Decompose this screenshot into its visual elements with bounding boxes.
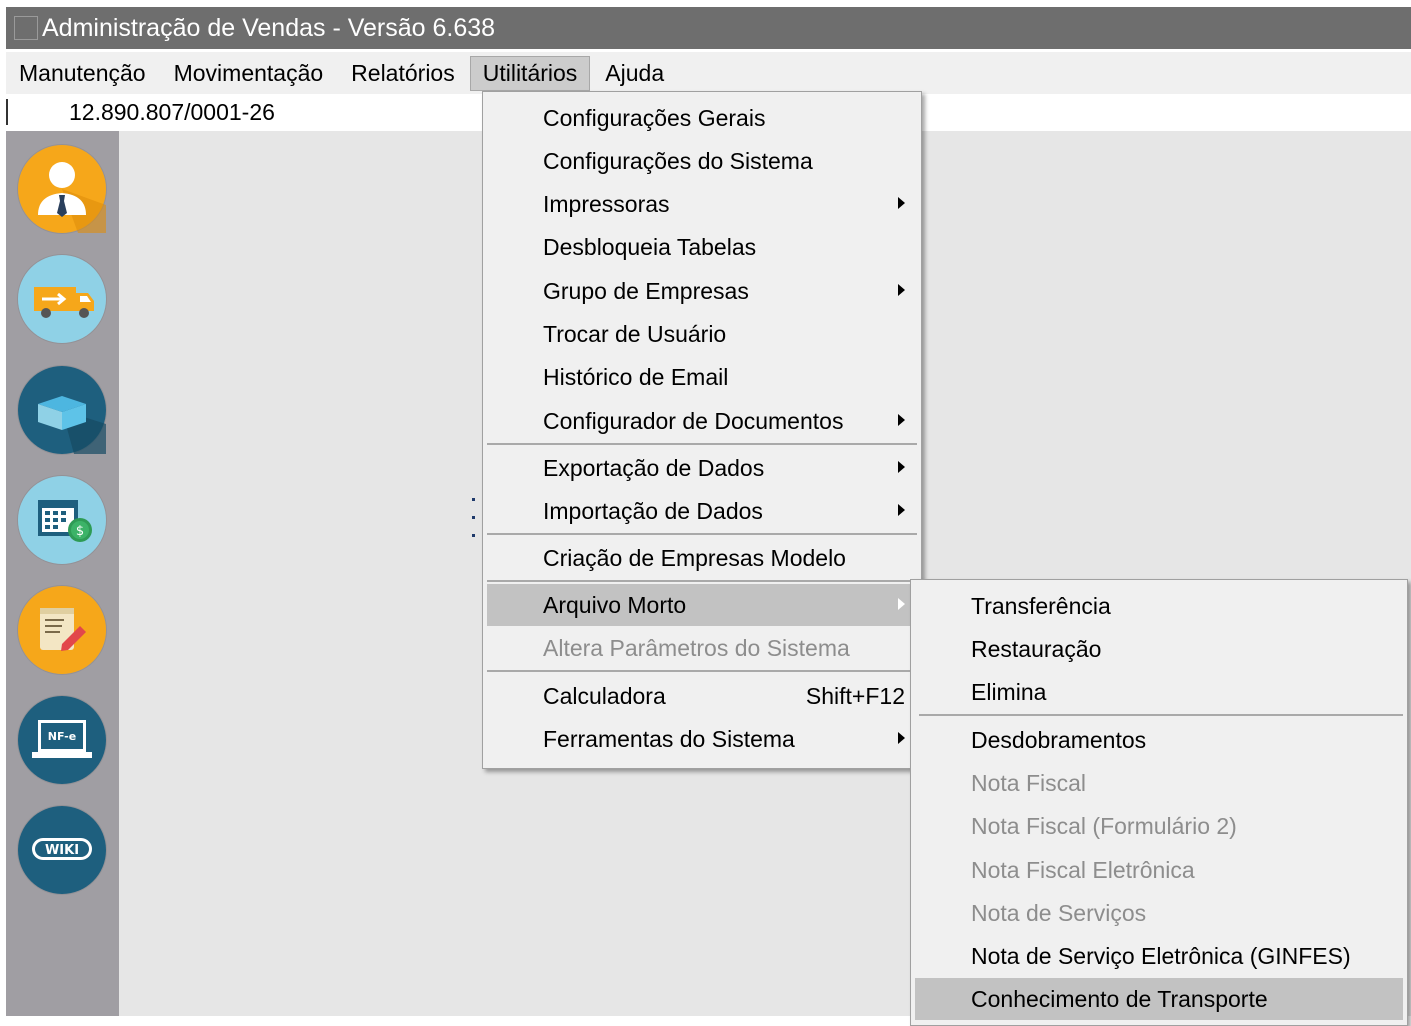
menu-item-exportacao-dados[interactable]: Exportação de Dados [487, 447, 917, 489]
documents-button[interactable] [18, 586, 106, 674]
submenu-arrow-icon [898, 598, 905, 610]
resize-dots [472, 498, 476, 542]
box-button[interactable] [18, 366, 106, 454]
menu-item-historico-email[interactable]: Histórico de Email [487, 356, 917, 398]
menu-item-label: Elimina [971, 678, 1047, 705]
arquivo-morto-submenu: Transferência Restauração Elimina Desdob… [910, 579, 1408, 1026]
submenu-arrow-icon [898, 284, 905, 296]
menu-item-label: Arquivo Morto [543, 591, 687, 618]
menu-utilitarios[interactable]: Utilitários [469, 55, 591, 91]
submenu-arrow-icon [898, 504, 905, 516]
menu-item-label: Configurações do Sistema [543, 147, 813, 174]
menu-item-label: Nota Fiscal Eletrônica [971, 856, 1195, 883]
menu-item-configuracoes-sistema[interactable]: Configurações do Sistema [487, 140, 917, 182]
submenu-item-conhecimento-transporte[interactable]: Conhecimento de Transporte [915, 978, 1403, 1020]
menu-item-ferramentas-sistema[interactable]: Ferramentas do Sistema [487, 718, 917, 760]
menu-ajuda[interactable]: Ajuda [592, 56, 677, 91]
document-edit-icon [18, 586, 106, 674]
utilitarios-menu: Configurações Gerais Configurações do Si… [482, 91, 922, 769]
menu-item-label: Configurador de Documentos [543, 407, 844, 434]
menu-item-shortcut: Shift+F12 [805, 682, 905, 709]
menu-item-importacao-dados[interactable]: Importação de Dados [487, 490, 917, 532]
menu-movimentacao[interactable]: Movimentação [161, 56, 337, 91]
app-icon [14, 16, 38, 40]
menu-item-label: Histórico de Email [543, 363, 729, 390]
menu-item-label: Importação de Dados [543, 497, 763, 524]
submenu-arrow-icon [898, 414, 905, 426]
menu-separator [487, 670, 917, 672]
menu-item-arquivo-morto[interactable]: Arquivo Morto [487, 584, 917, 626]
company-cnpj: 12.890.807/0001-26 [69, 99, 275, 125]
menu-item-label: Desbloqueia Tabelas [543, 233, 757, 260]
delivery-button[interactable] [18, 255, 106, 343]
menu-item-configurador-documentos[interactable]: Configurador de Documentos [487, 400, 917, 442]
submenu-item-nota-servicos: Nota de Serviços [915, 892, 1403, 934]
nfe-button[interactable]: NF-e [18, 696, 106, 784]
menu-separator [919, 714, 1403, 716]
submenu-arrow-icon [898, 732, 905, 744]
menu-separator [487, 533, 917, 535]
wiki-icon: WIKI [18, 806, 106, 894]
menu-item-grupo-empresas[interactable]: Grupo de Empresas [487, 270, 917, 312]
menu-item-label: Trocar de Usuário [543, 320, 727, 347]
menu-item-label: Transferência [971, 592, 1111, 619]
menu-item-label: Desdobramentos [971, 726, 1147, 753]
menu-item-label: Configurações Gerais [543, 104, 766, 131]
submenu-arrow-icon [898, 461, 905, 473]
menu-item-trocar-usuario[interactable]: Trocar de Usuário [487, 313, 917, 355]
wiki-button[interactable]: WIKI [18, 806, 106, 894]
menu-item-configuracoes-gerais[interactable]: Configurações Gerais [487, 97, 917, 139]
menu-item-label: Restauração [971, 635, 1102, 662]
delivery-truck-icon [18, 255, 106, 343]
user-button[interactable] [18, 145, 106, 233]
submenu-item-nota-fiscal-eletronica: Nota Fiscal Eletrônica [915, 849, 1403, 891]
menu-bar: Manutenção Movimentação Relatórios Utili… [6, 52, 1411, 94]
menu-item-label: Impressoras [543, 190, 670, 217]
nfe-label: NF-e [48, 730, 76, 743]
title-bar: Administração de Vendas - Versão 6.638 [6, 7, 1411, 49]
menu-separator [487, 443, 917, 445]
submenu-item-nota-servico-eletronica-ginfes[interactable]: Nota de Serviço Eletrônica (GINFES) [915, 935, 1403, 977]
menu-item-label: Grupo de Empresas [543, 277, 749, 304]
menu-item-desbloqueia-tabelas[interactable]: Desbloqueia Tabelas [487, 226, 917, 268]
submenu-item-restauracao[interactable]: Restauração [915, 628, 1403, 670]
menu-item-label: Nota Fiscal (Formulário 2) [971, 812, 1237, 839]
menu-item-label: Nota Fiscal [971, 769, 1087, 796]
submenu-item-desdobramentos[interactable]: Desdobramentos [915, 719, 1403, 761]
submenu-item-transferencia[interactable]: Transferência [915, 585, 1403, 627]
menu-item-label: Nota de Serviços [971, 899, 1147, 926]
svg-text:$: $ [76, 524, 84, 539]
wiki-label: WIKI [45, 843, 79, 858]
menu-item-label: Altera Parâmetros do Sistema [543, 634, 850, 661]
menu-item-criacao-empresas-modelo[interactable]: Criação de Empresas Modelo [487, 537, 917, 579]
menu-item-label: Calculadora [543, 682, 666, 709]
window-title: Administração de Vendas - Versão 6.638 [42, 13, 496, 42]
submenu-arrow-icon [898, 197, 905, 209]
menu-item-label: Nota de Serviço Eletrônica (GINFES) [971, 942, 1351, 969]
submenu-item-nota-fiscal: Nota Fiscal [915, 762, 1403, 804]
menu-relatorios[interactable]: Relatórios [338, 56, 468, 91]
box-icon [18, 366, 106, 454]
menu-manutencao[interactable]: Manutenção [6, 56, 159, 91]
calendar-button[interactable]: $ [18, 476, 106, 564]
user-icon [18, 145, 106, 233]
menu-item-label: Conhecimento de Transporte [971, 985, 1268, 1012]
menu-item-calculadora[interactable]: Calculadora Shift+F12 [487, 675, 917, 717]
submenu-item-elimina[interactable]: Elimina [915, 671, 1403, 713]
menu-separator [487, 580, 917, 582]
menu-item-label: Ferramentas do Sistema [543, 725, 795, 752]
menu-item-label: Criação de Empresas Modelo [543, 544, 846, 571]
menu-item-impressoras[interactable]: Impressoras [487, 183, 917, 225]
menu-item-altera-parametros: Altera Parâmetros do Sistema [487, 627, 917, 669]
calendar-money-icon: $ [18, 476, 106, 564]
menu-item-label: Exportação de Dados [543, 454, 765, 481]
submenu-item-nota-fiscal-formulario-2: Nota Fiscal (Formulário 2) [915, 805, 1403, 847]
nfe-laptop-icon: NF-e [18, 696, 106, 784]
